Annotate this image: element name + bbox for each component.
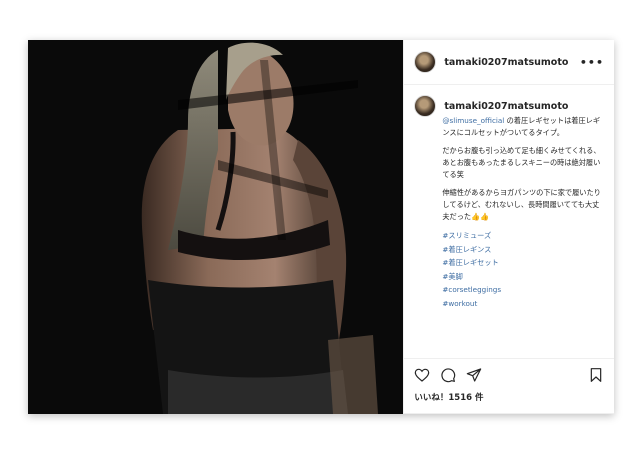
hashtag-link[interactable]: #美脚 <box>442 270 604 284</box>
caption-paragraph: だからお腹も引っ込めて足も細くみせてくれる、あとお腹もあったまるしスキニーの時は… <box>442 146 601 179</box>
post-username[interactable]: tamaki0207matsumoto <box>444 57 568 68</box>
caption-username[interactable]: tamaki0207matsumoto <box>444 101 568 112</box>
hashtag-link[interactable]: #corsetleggings <box>442 283 604 297</box>
bookmark-icon[interactable] <box>588 367 604 383</box>
caption-area: tamaki0207matsumoto @slimuse_official の着… <box>404 85 614 358</box>
hashtag-link[interactable]: #スリミューズ <box>442 229 604 243</box>
action-bar: いいね！1516 件 <box>404 358 614 414</box>
avatar[interactable] <box>414 51 437 73</box>
hashtag-list: #スリミューズ #着圧レギンス #着圧レギセット #美脚 #corsetlegg… <box>442 229 604 310</box>
hashtag-link[interactable]: #着圧レギセット <box>442 256 604 270</box>
caption-paragraph: 伸縮性があるからヨガパンツの下に家で履いたりしてるけど、むれないし、長時間履いて… <box>442 188 601 221</box>
hashtag-link[interactable]: #workout <box>442 297 604 311</box>
avatar[interactable] <box>414 95 437 117</box>
action-icons <box>414 365 604 385</box>
post-photo[interactable] <box>28 40 404 414</box>
mention-link[interactable]: @slimuse_official <box>442 116 504 125</box>
likes-count[interactable]: いいね！1516 件 <box>414 391 604 403</box>
comment-icon[interactable] <box>440 367 456 383</box>
ellipsis-icon[interactable]: ••• <box>580 56 604 69</box>
post-header: tamaki0207matsumoto ••• <box>404 40 614 85</box>
caption-text: @slimuse_official の着圧レギセットは着圧レギンスにコルセットが… <box>442 115 604 310</box>
caption-header: tamaki0207matsumoto <box>414 95 604 117</box>
send-icon[interactable] <box>466 367 482 383</box>
heart-icon[interactable] <box>414 367 430 383</box>
instagram-post-card: tamaki0207matsumoto ••• tamaki0207matsum… <box>28 40 614 414</box>
caption-paragraph: @slimuse_official の着圧レギセットは着圧レギンスにコルセットが… <box>442 115 604 139</box>
post-image <box>28 40 404 414</box>
post-sidebar: tamaki0207matsumoto ••• tamaki0207matsum… <box>403 40 614 414</box>
hashtag-link[interactable]: #着圧レギンス <box>442 243 604 257</box>
